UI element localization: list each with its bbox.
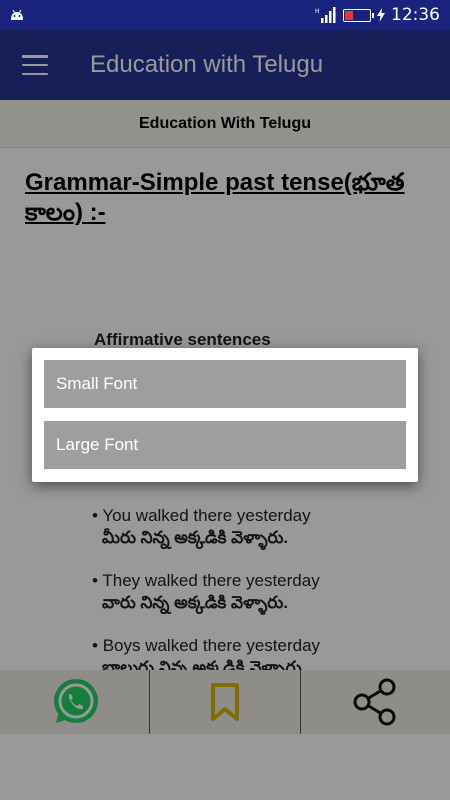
status-bar: H 12:36 (0, 0, 450, 30)
small-font-button[interactable]: Small Font (44, 360, 406, 408)
status-time: 12:36 (391, 5, 440, 25)
android-icon (11, 9, 23, 20)
large-font-button[interactable]: Large Font (44, 421, 406, 469)
battery-icon (343, 8, 374, 22)
svg-text:H: H (315, 8, 320, 15)
font-size-dialog: Small Font Large Font (32, 348, 418, 482)
screen: H 12:36 Education with Telugu Education … (0, 0, 450, 800)
status-icons: H 12:36 (315, 5, 440, 25)
charging-icon (377, 8, 385, 22)
signal-icon: H (315, 7, 336, 23)
